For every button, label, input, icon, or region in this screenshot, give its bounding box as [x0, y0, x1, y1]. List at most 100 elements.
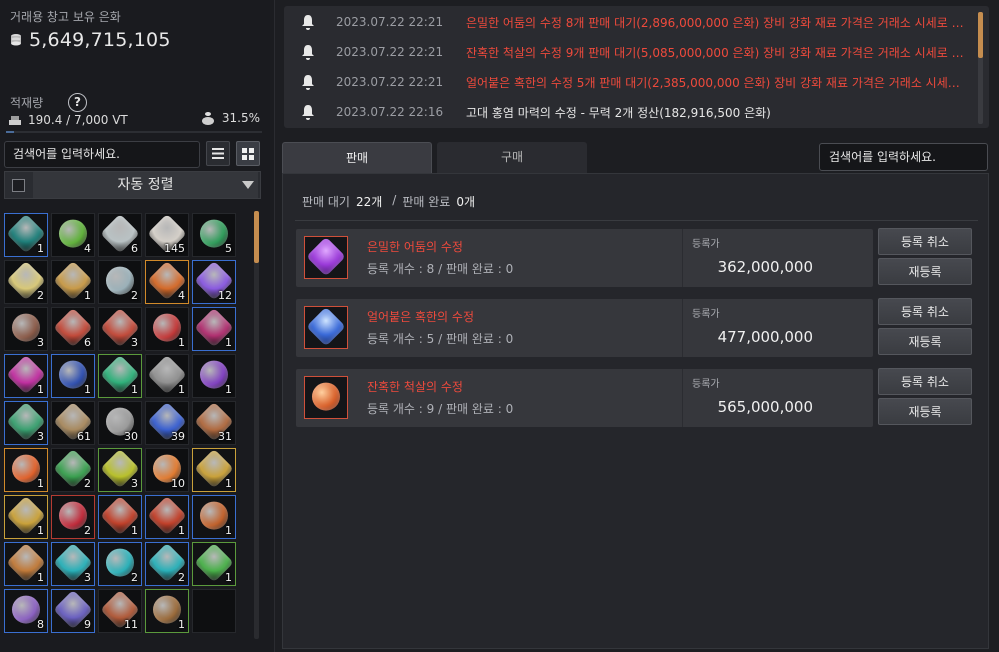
inventory-slot[interactable]: 1	[4, 448, 48, 492]
item-count: 10	[171, 477, 185, 490]
inventory-slot[interactable]: 39	[145, 401, 189, 445]
item-icon	[59, 219, 87, 248]
inventory-slot[interactable]: 5	[192, 213, 236, 257]
listing-row[interactable]: 은밀한 어둠의 수정 등록 개수 : 8 / 판매 완료 : 0 등록가 362…	[296, 229, 873, 287]
inventory-scrollbar[interactable]	[254, 211, 259, 639]
inventory-slot[interactable]: 61	[51, 401, 95, 445]
inventory-slot[interactable]: 1	[4, 495, 48, 539]
inventory-slot[interactable]: 1	[145, 589, 189, 633]
market-search-input[interactable]: 검색어를 입력하세요.	[819, 143, 988, 171]
item-count: 61	[77, 430, 91, 443]
item-count: 12	[218, 289, 232, 302]
capacity-label: 적재량	[10, 96, 44, 110]
inventory-slot[interactable]: 1	[4, 354, 48, 398]
inventory-slot[interactable]: 3	[51, 542, 95, 586]
inventory-slot[interactable]	[192, 589, 236, 633]
dropdown-arrow-icon[interactable]	[242, 181, 254, 189]
inventory-slot[interactable]: 6	[98, 213, 142, 257]
inventory-slot[interactable]: 3	[98, 448, 142, 492]
tab-sell[interactable]: 판매	[282, 142, 432, 173]
notification-row: 2023.07.22 22:21 은밀한 어둠의 수정 8개 판매 대기(2,8…	[284, 7, 966, 37]
item-count: 1	[225, 477, 232, 490]
inventory-slot[interactable]: 1	[192, 495, 236, 539]
warehouse-panel: 거래용 창고 보유 은화 5,649,715,105 적재량 ? 190.4 /…	[0, 0, 270, 652]
inventory-slot[interactable]: 11	[98, 589, 142, 633]
inventory-slot[interactable]: 1	[98, 354, 142, 398]
inventory-slot[interactable]: 3	[4, 307, 48, 351]
item-icon	[200, 501, 228, 530]
notification-scroll-thumb[interactable]	[978, 12, 983, 58]
list-view-button[interactable]	[206, 141, 230, 166]
tab-buy[interactable]: 구매	[437, 142, 587, 173]
summary-separator: /	[392, 193, 397, 207]
listing-divider	[682, 299, 683, 357]
sales-summary: 판매 대기 22개 / 판매 완료 0개	[302, 193, 479, 210]
sort-dropdown[interactable]: 자동 정렬	[33, 172, 258, 198]
inventory-slot[interactable]: 8	[4, 589, 48, 633]
item-count: 31	[218, 430, 232, 443]
inventory-slot[interactable]: 1	[145, 307, 189, 351]
grid-icon	[242, 148, 254, 160]
inventory-scroll-thumb[interactable]	[254, 211, 259, 263]
item-count: 1	[131, 524, 138, 537]
item-count: 1	[225, 524, 232, 537]
inventory-slot[interactable]: 1	[4, 542, 48, 586]
relist-button[interactable]: 재등록	[878, 328, 972, 355]
listing-row[interactable]: 잔혹한 척살의 수정 등록 개수 : 9 / 판매 완료 : 0 등록가 565…	[296, 369, 873, 427]
inventory-slot[interactable]: 3	[98, 307, 142, 351]
inventory-slot[interactable]: 1	[51, 354, 95, 398]
cancel-listing-button[interactable]: 등록 취소	[878, 228, 972, 255]
inventory-slot[interactable]: 1	[98, 495, 142, 539]
inventory-slot[interactable]: 145	[145, 213, 189, 257]
inventory-slot[interactable]: 1	[145, 354, 189, 398]
listing-name: 얼어붙은 혹한의 수정	[367, 310, 474, 324]
item-count: 9	[84, 618, 91, 631]
inventory-slot[interactable]: 10	[145, 448, 189, 492]
inventory-slot[interactable]: 1	[192, 448, 236, 492]
inventory-slot[interactable]: 2	[51, 448, 95, 492]
item-count: 1	[178, 383, 185, 396]
inventory-slot[interactable]: 2	[51, 495, 95, 539]
inventory-slot[interactable]: 2	[98, 260, 142, 304]
item-icon	[12, 595, 40, 624]
inventory-search-input[interactable]: 검색어를 입력하세요.	[4, 141, 200, 168]
inventory-slot[interactable]: 1	[192, 542, 236, 586]
inventory-slot[interactable]: 12	[192, 260, 236, 304]
cruel-crystal-icon	[304, 376, 348, 419]
inventory-slot[interactable]: 2	[98, 542, 142, 586]
inventory-slot[interactable]: 6	[51, 307, 95, 351]
inventory-slot[interactable]: 1	[145, 495, 189, 539]
relist-button[interactable]: 재등록	[878, 258, 972, 285]
relist-button[interactable]: 재등록	[878, 398, 972, 425]
inventory-slot[interactable]: 9	[51, 589, 95, 633]
inventory-slot[interactable]: 1	[4, 213, 48, 257]
sort-checkbox[interactable]	[12, 179, 25, 192]
inventory-slot[interactable]: 2	[4, 260, 48, 304]
item-count: 2	[84, 524, 91, 537]
notification-scrollbar[interactable]	[978, 12, 983, 124]
item-icon	[12, 454, 40, 483]
item-icon	[59, 501, 87, 530]
inventory-slot[interactable]: 31	[192, 401, 236, 445]
inventory-slot[interactable]: 4	[145, 260, 189, 304]
help-icon[interactable]: ?	[68, 93, 87, 112]
bell-icon	[302, 105, 314, 120]
listing-name: 은밀한 어둠의 수정	[367, 240, 463, 254]
item-icon	[200, 219, 228, 248]
item-count: 2	[37, 289, 44, 302]
listing-row[interactable]: 얼어붙은 혹한의 수정 등록 개수 : 5 / 판매 완료 : 0 등록가 47…	[296, 299, 873, 357]
cancel-listing-button[interactable]: 등록 취소	[878, 298, 972, 325]
sell-list-content: 판매 대기 22개 / 판매 완료 0개 은밀한 어둠의 수정 등록 개수 : …	[282, 173, 989, 649]
cancel-listing-button[interactable]: 등록 취소	[878, 368, 972, 395]
inventory-slot[interactable]: 30	[98, 401, 142, 445]
inventory-slot[interactable]: 4	[51, 213, 95, 257]
inventory-slot[interactable]: 1	[192, 354, 236, 398]
sort-row: 자동 정렬	[4, 171, 261, 199]
inventory-slot[interactable]: 1	[51, 260, 95, 304]
inventory-slot[interactable]: 3	[4, 401, 48, 445]
notification-message: 은밀한 어둠의 수정 8개 판매 대기(2,896,000,000 은화) 장비…	[466, 15, 966, 30]
inventory-slot[interactable]: 2	[145, 542, 189, 586]
grid-view-button[interactable]	[236, 141, 260, 166]
inventory-slot[interactable]: 1	[192, 307, 236, 351]
listing-name: 잔혹한 척살의 수정	[367, 380, 463, 394]
